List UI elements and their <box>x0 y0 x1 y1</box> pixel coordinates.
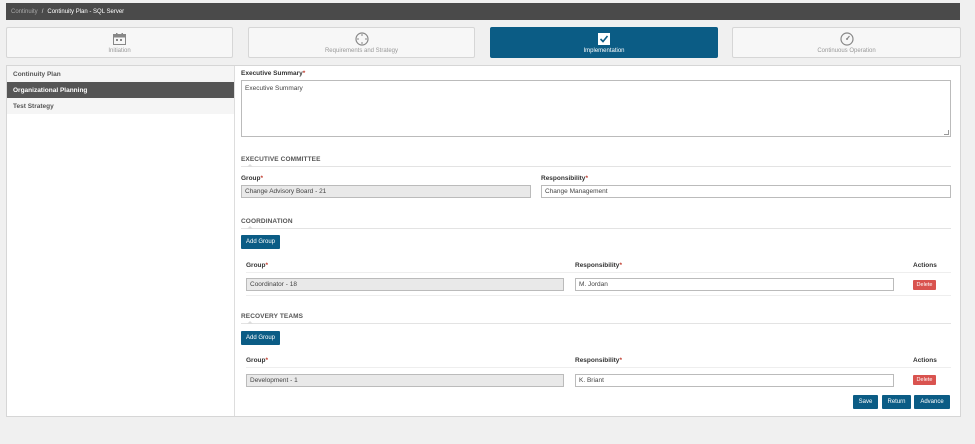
save-button[interactable]: Save <box>853 395 878 409</box>
coordination-col-group: Group* <box>246 262 269 269</box>
content-area: Executive Summary* Executive Summary EXE… <box>241 66 960 416</box>
row-divider <box>246 367 951 368</box>
checkbox-icon <box>598 32 610 46</box>
recovery-row-group: Development - 1 <box>246 374 564 387</box>
sidebar-item-continuity-plan[interactable]: Continuity Plan <box>7 66 234 82</box>
advance-button[interactable]: Advance <box>914 395 950 409</box>
row-divider <box>246 272 951 273</box>
step-requirements-and-strategy[interactable]: Requirements and Strategy <box>248 27 475 58</box>
coordination-col-actions: Actions <box>913 262 937 269</box>
recovery-teams-title: RECOVERY TEAMS <box>241 313 304 320</box>
compass-icon <box>354 31 369 46</box>
caret-icon <box>247 321 253 324</box>
sidebar-item-organizational-planning[interactable]: Organizational Planning <box>7 82 234 98</box>
coordination-add-group-button[interactable]: Add Group <box>241 235 280 249</box>
breadcrumb-current: Continuity Plan - SQL Server <box>47 8 125 15</box>
breadcrumb: Continuity / Continuity Plan - SQL Serve… <box>6 3 960 20</box>
recovery-row-responsibility[interactable]: K. Briant <box>575 374 894 387</box>
recovery-add-group-button[interactable]: Add Group <box>241 331 280 345</box>
coordination-title: COORDINATION <box>241 218 293 225</box>
breadcrumb-parent-link[interactable]: Continuity <box>11 9 38 15</box>
sidebar-item-test-strategy[interactable]: Test Strategy <box>7 98 234 114</box>
gauge-icon <box>839 31 854 46</box>
caret-icon <box>247 226 253 229</box>
section-divider <box>241 323 951 324</box>
step-initiation[interactable]: Initiation <box>6 27 233 58</box>
step-label: Continuous Operation <box>817 47 876 54</box>
step-implementation[interactable]: Implementation <box>490 27 718 58</box>
coordination-col-responsibility: Responsibility* <box>575 262 622 269</box>
coordination-row-responsibility[interactable]: M. Jordan <box>575 278 894 291</box>
step-label: Implementation <box>583 47 625 54</box>
step-label: Initiation <box>108 47 131 54</box>
breadcrumb-separator: / <box>41 8 44 15</box>
executive-summary-textarea[interactable]: Executive Summary <box>241 80 951 137</box>
executive-summary-label: Executive Summary* <box>241 70 306 77</box>
section-divider <box>241 228 951 229</box>
recovery-delete-button[interactable]: Delete <box>913 375 936 385</box>
step-label: Requirements and Strategy <box>324 47 399 54</box>
required-mark: * <box>302 70 306 77</box>
sidebar: Continuity Plan Organizational Planning … <box>7 66 235 416</box>
executive-summary-value: Executive Summary <box>245 85 303 92</box>
calendar-icon <box>113 32 126 46</box>
recovery-col-responsibility: Responsibility* <box>575 357 622 364</box>
main-panel: Continuity Plan Organizational Planning … <box>6 65 961 417</box>
committee-group-label: Group* <box>241 175 264 182</box>
committee-responsibility-label: Responsibility* <box>541 175 588 182</box>
section-divider <box>241 166 951 167</box>
coordination-row-group: Coordinator - 18 <box>246 278 564 291</box>
recovery-col-group: Group* <box>246 357 269 364</box>
coordination-delete-button[interactable]: Delete <box>913 280 936 290</box>
step-continuous-operation[interactable]: Continuous Operation <box>732 27 961 58</box>
row-divider <box>246 295 951 296</box>
recovery-col-actions: Actions <box>913 357 937 364</box>
return-button[interactable]: Return <box>882 395 911 409</box>
caret-icon <box>247 164 253 167</box>
committee-group-field: Change Advisory Board - 21 <box>241 185 531 198</box>
committee-responsibility-input[interactable]: Change Management <box>541 185 951 198</box>
executive-committee-title: EXECUTIVE COMMITTEE <box>241 156 321 163</box>
resize-handle-icon[interactable] <box>944 130 949 135</box>
